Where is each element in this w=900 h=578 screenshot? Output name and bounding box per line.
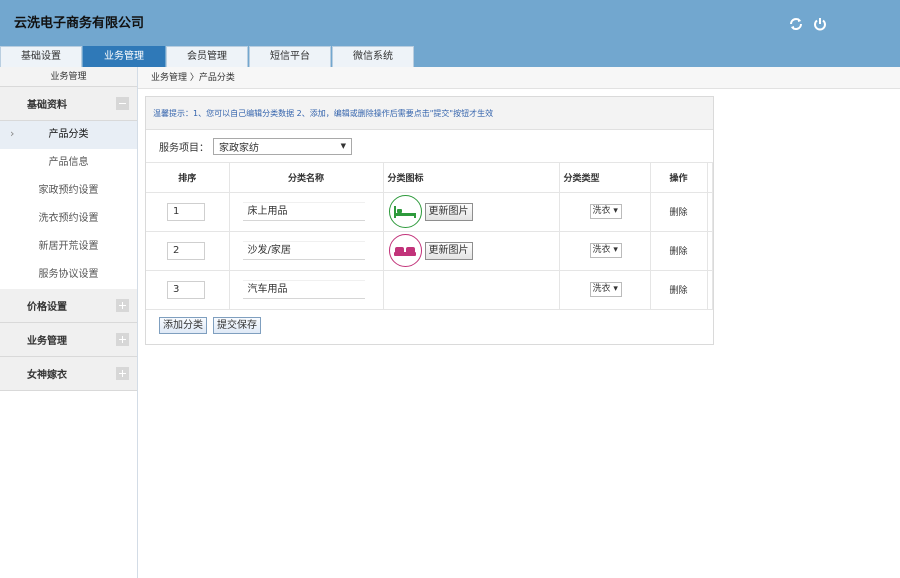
sidebar-group-goddess-wedding[interactable]: 女神嫁衣 xyxy=(0,357,137,391)
sidebar-item-housekeeping-booking[interactable]: 家政预约设置 xyxy=(0,177,137,205)
tab-sms-platform[interactable]: 短信平台 xyxy=(249,46,331,67)
update-image-button[interactable]: 更新图片 xyxy=(424,241,473,260)
power-icon[interactable] xyxy=(812,16,828,32)
tab-basic-settings[interactable]: 基础设置 xyxy=(0,46,82,67)
table-header-row: 排序 分类名称 分类图标 分类类型 操作 xyxy=(146,163,713,193)
sidebar-group-label: 业务管理 xyxy=(27,336,67,347)
delete-link[interactable]: 删除 xyxy=(650,231,708,271)
sidebar-item-product-category[interactable]: 产品分类 xyxy=(0,120,137,149)
breadcrumb: 业务管理 〉产品分类 xyxy=(138,67,900,89)
column-header-type: 分类类型 xyxy=(559,163,651,193)
service-value: 家政家纺 xyxy=(219,142,259,154)
add-category-button[interactable]: 添加分类 xyxy=(159,317,207,334)
table-row: 1 床上用品 更新图片 洗衣 ▾ 删除 xyxy=(146,192,713,232)
sidebar-group-label: 基础资料 xyxy=(27,100,67,111)
service-label: 服务项目： xyxy=(159,142,209,154)
category-type-select[interactable]: 洗衣 ▾ xyxy=(589,204,622,219)
refresh-icon[interactable] xyxy=(788,16,804,32)
column-header-icon: 分类图标 xyxy=(383,163,560,193)
form-actions: 添加分类 提交保存 xyxy=(159,317,261,334)
sidebar-item-new-home-cleaning[interactable]: 新居开荒设置 xyxy=(0,233,137,261)
order-input[interactable]: 1 xyxy=(167,202,205,221)
sidebar: 业务管理 基础资料 产品分类 产品信息 家政预约设置 洗衣预约设置 新居开荒设置… xyxy=(0,67,138,578)
bed-icon xyxy=(388,195,422,228)
sidebar-group-business-management[interactable]: 业务管理 xyxy=(0,323,137,357)
column-header-action: 操作 xyxy=(650,163,708,193)
update-image-button[interactable]: 更新图片 xyxy=(424,202,473,221)
table-row: 2 沙发/家居 更新图片 洗衣 ▾ 删除 xyxy=(146,231,713,271)
collapse-icon[interactable] xyxy=(116,97,129,110)
tab-member-management[interactable]: 会员管理 xyxy=(166,46,248,67)
sidebar-item-service-agreement[interactable]: 服务协议设置 xyxy=(0,261,137,289)
category-table: 排序 分类名称 分类图标 分类类型 操作 1 床上用品 更新图片 洗衣 ▾ 删除… xyxy=(146,163,713,310)
sidebar-group-price-settings[interactable]: 价格设置 xyxy=(0,289,137,323)
category-name-input[interactable]: 汽车用品 xyxy=(242,280,365,299)
main-nav: 基础设置 业务管理 会员管理 短信平台 微信系统 xyxy=(0,46,415,67)
tab-business-management[interactable]: 业务管理 xyxy=(83,46,165,67)
sidebar-item-product-info[interactable]: 产品信息 xyxy=(0,149,137,177)
table-row: 3 汽车用品 洗衣 ▾ 删除 xyxy=(146,270,713,310)
sidebar-group-label: 价格设置 xyxy=(27,302,67,313)
service-select[interactable]: 家政家纺 ▼ xyxy=(213,137,352,155)
category-type-value: 洗衣 xyxy=(592,206,611,216)
sidebar-group-basic-data[interactable]: 基础资料 xyxy=(0,87,137,121)
category-type-value: 洗衣 xyxy=(592,245,611,255)
sidebar-title: 业务管理 xyxy=(0,67,137,87)
tab-wechat-system[interactable]: 微信系统 xyxy=(332,46,414,67)
chevron-down-icon: ▼ xyxy=(340,142,346,150)
category-panel: 温馨提示：1、您可以自己编辑分类数据 2、添加，编辑或删除操作后需要点击"提交"… xyxy=(145,96,714,345)
order-input[interactable]: 2 xyxy=(167,241,205,260)
sidebar-item-laundry-booking[interactable]: 洗衣预约设置 xyxy=(0,205,137,233)
brand-title: 云洗电子商务有限公司 xyxy=(14,16,145,31)
order-input[interactable]: 3 xyxy=(167,280,205,299)
sofa-icon xyxy=(388,234,422,267)
delete-link[interactable]: 删除 xyxy=(650,270,708,310)
submit-save-button[interactable]: 提交保存 xyxy=(213,317,261,334)
expand-icon[interactable] xyxy=(116,367,129,380)
category-name-input[interactable]: 沙发/家居 xyxy=(242,241,365,260)
service-row: 服务项目： 家政家纺 ▼ xyxy=(146,130,713,163)
delete-link[interactable]: 删除 xyxy=(650,192,708,232)
category-type-select[interactable]: 洗衣 ▾ xyxy=(589,243,622,258)
column-header-order: 排序 xyxy=(146,163,230,193)
category-name-input[interactable]: 床上用品 xyxy=(242,202,365,221)
tip-text: 温馨提示：1、您可以自己编辑分类数据 2、添加，编辑或删除操作后需要点击"提交"… xyxy=(146,97,713,130)
sidebar-group-label: 女神嫁衣 xyxy=(27,370,67,381)
column-header-name: 分类名称 xyxy=(229,163,384,193)
expand-icon[interactable] xyxy=(116,333,129,346)
category-type-select[interactable]: 洗衣 ▾ xyxy=(589,282,622,297)
expand-icon[interactable] xyxy=(116,299,129,312)
category-type-value: 洗衣 xyxy=(592,284,611,294)
column-header-spacer xyxy=(707,163,713,193)
